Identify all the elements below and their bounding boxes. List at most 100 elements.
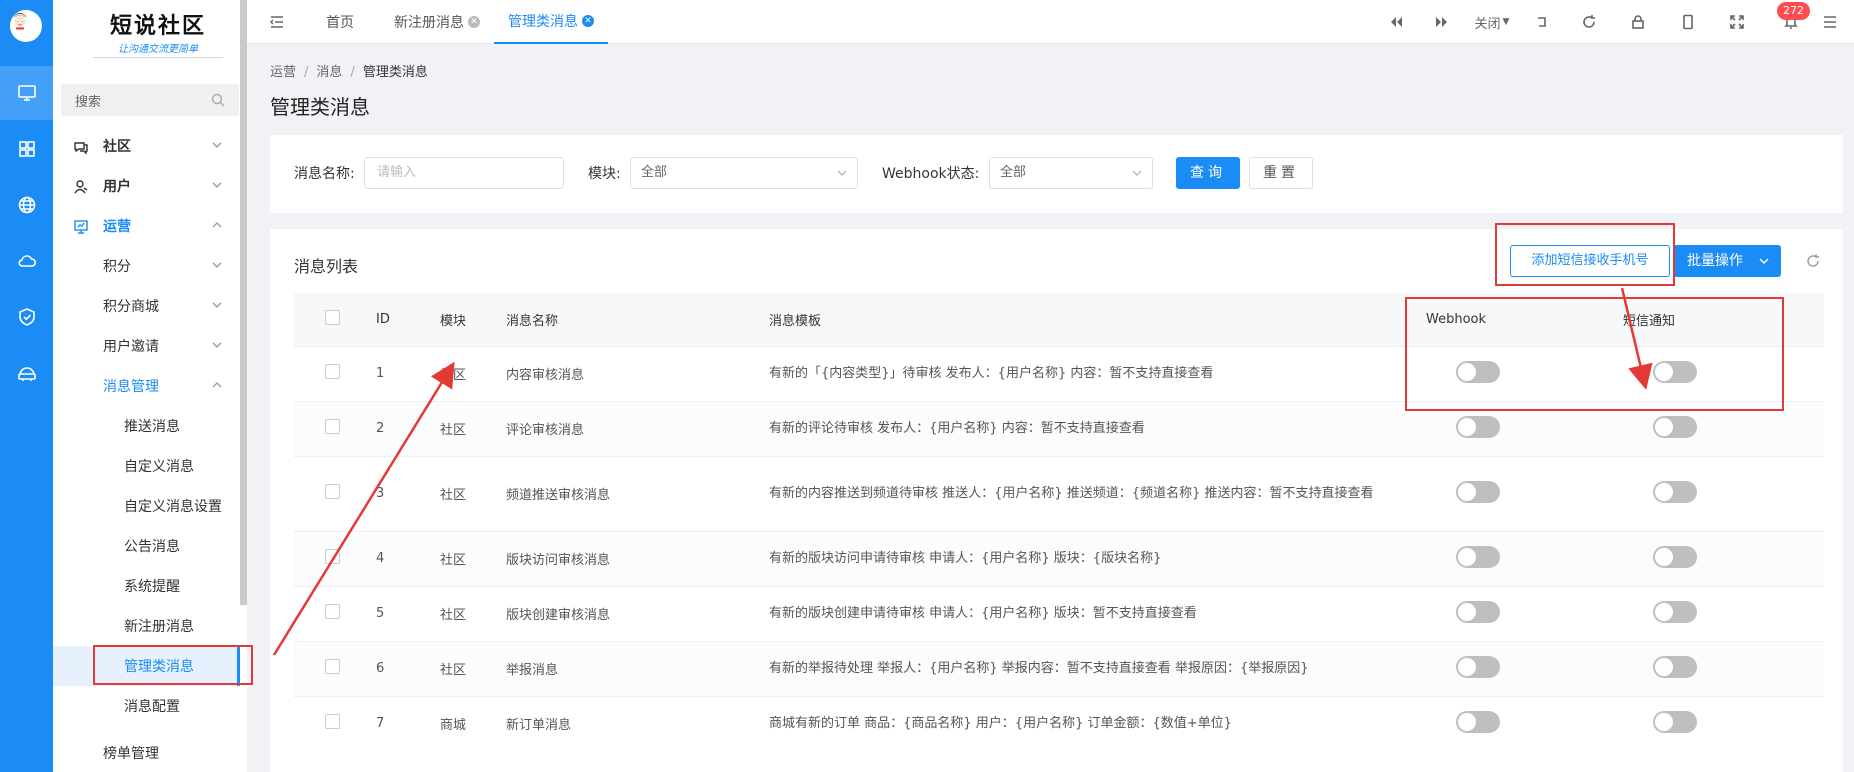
row-template: 有新的内容推送到频道待审核 推送人：{用户名称} 推送频道：{频道名称} 推送内… [769, 455, 1426, 531]
menu-user-invite[interactable]: 用户邀请 [53, 326, 240, 366]
sms-toggle[interactable] [1653, 415, 1697, 438]
sidebar-scrollbar[interactable] [240, 0, 247, 605]
menu-points-label: 积分 [103, 259, 131, 275]
menu-new-register-msg[interactable]: 新注册消息 [53, 606, 240, 646]
menu-points-mall-label: 积分商城 [103, 299, 159, 315]
refresh-icon[interactable] [1805, 253, 1821, 269]
row-id: 6 [376, 640, 440, 696]
row-module: 社区 [440, 530, 506, 586]
module-filter-label: 模块: [588, 166, 621, 182]
chevron-down-icon [1132, 170, 1142, 176]
sms-toggle[interactable] [1653, 600, 1697, 623]
menu-users[interactable]: 用户 [53, 166, 240, 206]
menu-community[interactable]: 社区 [53, 126, 240, 166]
sms-toggle[interactable] [1653, 545, 1697, 568]
rail-site[interactable] [0, 178, 53, 232]
avatar-face-icon [10, 10, 31, 31]
row-module: 社区 [440, 585, 506, 641]
row-checkbox[interactable] [325, 659, 340, 674]
tab-new-register[interactable]: 新注册消息 ✕ [394, 0, 480, 44]
menu-custom-msg-settings[interactable]: 自定义消息设置 [53, 486, 240, 526]
globe-icon [18, 196, 35, 214]
close-icon[interactable]: ✕ [468, 16, 480, 28]
rail-network[interactable] [0, 346, 53, 400]
webhook-toggle[interactable] [1456, 415, 1500, 438]
menu-custom-msg[interactable]: 自定义消息 [53, 446, 240, 486]
menu-push-msg[interactable]: 推送消息 [53, 406, 240, 446]
row-name: 版块创建审核消息 [506, 585, 769, 641]
chat-icon [74, 142, 88, 155]
table-row: 3 社区 频道推送审核消息 有新的内容推送到频道待审核 推送人：{用户名称} 推送频道… [294, 455, 1824, 531]
back-button[interactable] [1532, 12, 1552, 32]
row-checkbox[interactable] [325, 714, 340, 730]
webhook-filter-select[interactable]: 全部 [989, 157, 1153, 189]
row-checkbox[interactable] [325, 419, 340, 434]
rail-dashboard[interactable] [0, 66, 53, 120]
menu-operations[interactable]: 运营 [53, 206, 240, 246]
row-sms-cell [1623, 455, 1824, 531]
lock-button[interactable] [1628, 12, 1648, 32]
row-id: 1 [376, 345, 440, 401]
module-filter-select[interactable]: 全部 [630, 157, 858, 189]
menu-msg-config[interactable]: 消息配置 [53, 686, 240, 726]
avatar[interactable] [10, 10, 42, 42]
rail-cloud[interactable] [0, 234, 53, 288]
close-tabs-label: 关闭 [1474, 16, 1501, 32]
name-filter-input[interactable]: 请输入 [364, 157, 564, 189]
row-checkbox[interactable] [325, 484, 340, 499]
webhook-toggle[interactable] [1456, 600, 1500, 623]
mobile-button[interactable] [1678, 12, 1698, 32]
refresh-button[interactable] [1579, 12, 1599, 32]
chevron-down-icon [212, 302, 222, 308]
close-icon[interactable]: ✕ [582, 15, 594, 27]
double-right-icon [1436, 17, 1447, 27]
select-all-checkbox[interactable] [325, 309, 340, 325]
tab-admin-msg[interactable]: 管理类消息 ✕ [494, 0, 608, 44]
menu-fold-icon[interactable] [269, 14, 285, 30]
row-select-cell [294, 455, 376, 531]
row-select-cell [294, 530, 376, 586]
menu-user-invite-label: 用户邀请 [103, 339, 159, 355]
breadcrumb-msg[interactable]: 消息 [316, 65, 342, 80]
breadcrumb-separator: / [350, 65, 355, 80]
menu-announcement[interactable]: 公告消息 [53, 526, 240, 566]
menu-search[interactable]: 搜索 [61, 84, 239, 116]
tab-home[interactable]: 首页 [326, 0, 354, 44]
menu-community-label: 社区 [103, 139, 131, 155]
rail-security[interactable] [0, 290, 53, 344]
sms-toggle[interactable] [1653, 710, 1697, 733]
user-icon [74, 180, 88, 194]
webhook-toggle[interactable] [1456, 655, 1500, 678]
more-menu-button[interactable] [1820, 12, 1840, 32]
row-sms-cell [1623, 640, 1824, 696]
webhook-toggle[interactable] [1456, 480, 1500, 503]
chevron-up-icon [212, 222, 222, 228]
close-tabs-dropdown[interactable]: 关闭 ▼ [1470, 12, 1514, 32]
page-title: 管理类消息 [270, 95, 370, 119]
webhook-toggle[interactable] [1456, 710, 1500, 733]
menu-message-mgmt[interactable]: 消息管理 [53, 366, 240, 406]
webhook-toggle[interactable] [1456, 545, 1500, 568]
row-name: 举报消息 [506, 640, 769, 696]
batch-operation-button[interactable]: 批量操作 [1673, 245, 1781, 277]
menu-system-reminder[interactable]: 系统提醒 [53, 566, 240, 606]
scroll-right-button[interactable] [1432, 12, 1452, 32]
reset-button[interactable]: 重置 [1249, 157, 1313, 189]
menu-points-mall[interactable]: 积分商城 [53, 286, 240, 326]
scroll-left-button[interactable] [1386, 12, 1406, 32]
row-webhook-cell [1426, 640, 1623, 696]
row-checkbox[interactable] [325, 604, 340, 619]
breadcrumb-ops[interactable]: 运营 [270, 65, 296, 80]
chevron-down-icon [1759, 258, 1769, 264]
sms-toggle[interactable] [1653, 480, 1697, 503]
row-checkbox[interactable] [325, 364, 340, 379]
row-checkbox[interactable] [325, 549, 340, 564]
sms-toggle[interactable] [1653, 655, 1697, 678]
fullscreen-button[interactable] [1727, 12, 1747, 32]
menu-points[interactable]: 积分 [53, 246, 240, 286]
lock-icon [1632, 15, 1644, 29]
menu-rank-mgmt[interactable]: 榜单管理 [53, 734, 240, 772]
select-all-cell [294, 293, 376, 346]
query-button[interactable]: 查询 [1176, 157, 1240, 189]
rail-apps[interactable] [0, 122, 53, 176]
